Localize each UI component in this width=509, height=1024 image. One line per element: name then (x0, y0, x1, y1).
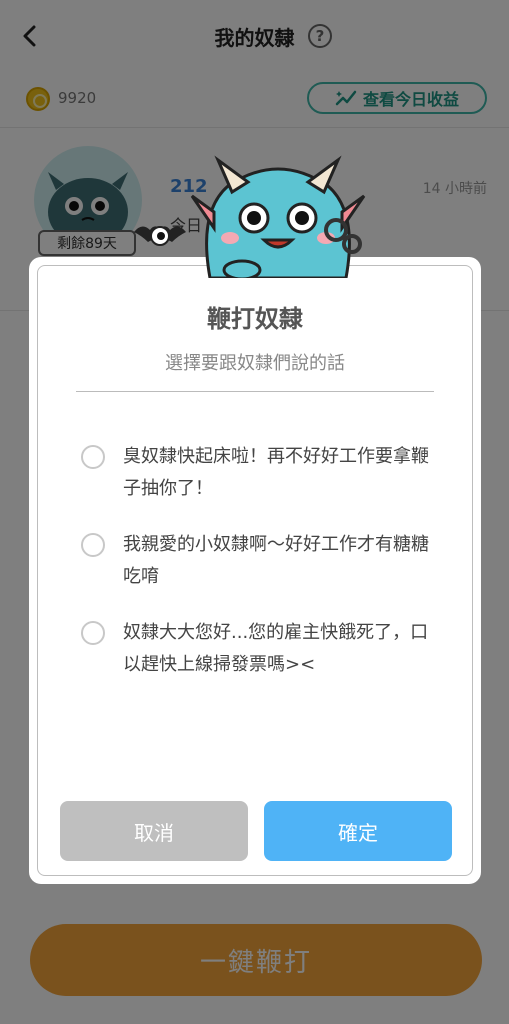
monster-mascot-icon (190, 155, 366, 278)
message-option-text: 我親愛的小奴隸啊～好好工作才有糖糖吃唷 (123, 534, 429, 587)
message-option-text: 奴隸大大您好...您的雇主快餓死了，口以趕快上線掃發票嗎>< (123, 622, 429, 675)
bat-mascot-icon (134, 226, 186, 246)
radio-button[interactable] (81, 621, 105, 645)
dialog-divider (76, 391, 434, 392)
radio-button[interactable] (81, 533, 105, 557)
message-option-text: 臭奴隸快起床啦！再不好好工作要拿鞭子抽你了！ (123, 446, 429, 499)
message-option-1[interactable]: 臭奴隸快起床啦！再不好好工作要拿鞭子抽你了！ (81, 441, 441, 505)
message-option-2[interactable]: 我親愛的小奴隸啊～好好工作才有糖糖吃唷 (81, 529, 441, 593)
cancel-button[interactable]: 取消 (60, 801, 248, 861)
confirm-button[interactable]: 確定 (264, 801, 452, 861)
dialog-title: 鞭打奴隸 (207, 305, 303, 333)
dialog-subtitle: 選擇要跟奴隸們說的話 (165, 353, 345, 374)
message-option-3[interactable]: 奴隸大大您好...您的雇主快餓死了，口以趕快上線掃發票嗎>< (81, 617, 441, 681)
whip-dialog: 鞭打奴隸 選擇要跟奴隸們說的話 臭奴隸快起床啦！再不好好工作要拿鞭子抽你了！ 我… (29, 257, 481, 884)
radio-button[interactable] (81, 445, 105, 469)
